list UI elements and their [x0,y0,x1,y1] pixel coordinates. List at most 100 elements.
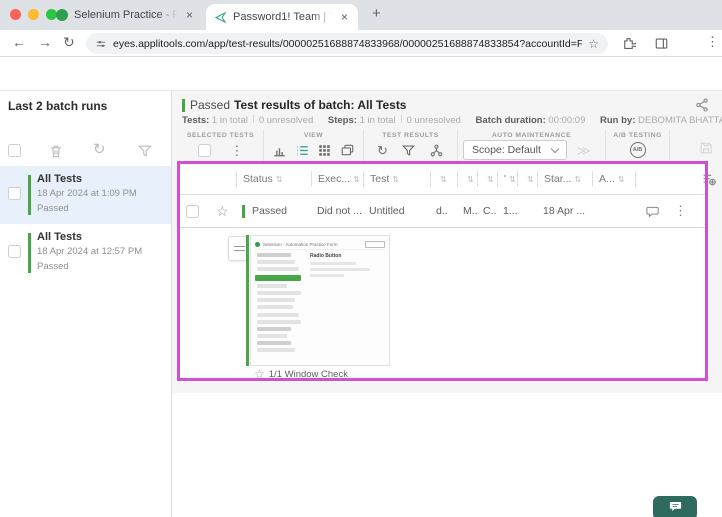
list-view-icon[interactable] [295,143,310,158]
stat-label: Run by: [600,115,636,126]
step-star-icon[interactable]: ☆ [254,367,265,381]
cards-view-icon[interactable] [340,143,355,158]
sort-icon[interactable]: ⇅ [440,175,447,184]
row-cell: M.. [463,205,477,217]
group-label: AUTO MAINTENANCE [491,132,572,139]
stat-label: Tests: [182,115,210,126]
column-header[interactable]: ⇅ [457,171,477,187]
batch-date: 18 Apr 2024 at 12:57 PM [37,246,143,257]
favorite-star-icon[interactable]: ☆ [216,203,229,219]
filter-funnel-icon[interactable] [137,143,153,159]
group-results-icon[interactable] [429,143,444,158]
tab-selenium-practice[interactable]: Selenium Practice - Radio Bu × [56,0,204,30]
sort-icon[interactable]: ⇅ [392,175,399,184]
column-header[interactable]: ⇅ [477,171,497,187]
share-batch-icon[interactable] [694,97,710,113]
tab-close-icon[interactable]: × [184,8,195,22]
column-header-test[interactable]: Test ⇅ [363,171,430,187]
batch-list-item[interactable]: All Tests 18 Apr 2024 at 12:57 PM Passed [0,224,171,282]
new-tab-button[interactable]: + [372,5,381,22]
main-content: Passed Test results of batch: All Tests … [172,91,722,393]
tab-close-icon[interactable]: × [339,10,350,24]
header-check-spacer [180,171,210,187]
header-star-spacer [210,171,236,187]
select-all-batches-checkbox[interactable] [8,144,21,157]
column-header[interactable]: ⇅ [430,171,457,187]
refresh-results-icon[interactable]: ↻ [377,143,388,158]
step-caption-text: 1/1 Window Check [268,368,348,380]
applitools-favicon [214,11,227,23]
column-header[interactable]: ' ⇅ [497,171,517,187]
tab-title: Selenium Practice - Radio Bu [74,9,178,21]
sort-icon[interactable]: ⇅ [618,175,625,184]
site-settings-icon[interactable] [95,38,107,50]
batch-title-label: Test results of batch: [234,98,355,112]
stat-value: 00:00:09 [548,115,586,126]
omnibox[interactable]: eyes.applitools.com/app/test-results/000… [86,33,608,54]
sort-icon[interactable]: ⇅ [487,175,494,184]
row-menu-icon[interactable]: ⋮ [674,203,687,219]
column-header-status[interactable]: Status ⇅ [236,171,311,187]
grid-view-icon[interactable] [317,143,332,158]
thumbnail-page-title: Selenium - Automation Practice Form [263,241,338,247]
side-panel-icon[interactable] [654,36,669,51]
comment-bubble-icon[interactable] [645,204,660,219]
toolbar-group-selected-tests: SELECTED TESTS ⋮ [178,130,264,161]
column-header-started[interactable]: Star... ⇅ [537,171,592,187]
apply-maintenance-icon[interactable]: ≫ [577,143,591,158]
scope-dropdown[interactable]: Scope: Default [463,140,567,160]
batch-checkbox[interactable] [8,187,21,200]
toolbar-group-test-results: TEST RESULTS ↻ [364,130,458,161]
extensions-puzzle-icon[interactable] [621,36,636,51]
chat-widget-button[interactable] [653,496,697,517]
sort-icon[interactable]: ⇅ [467,175,474,184]
selected-tests-menu-icon[interactable]: ⋮ [230,143,243,158]
select-all-tests-checkbox[interactable] [197,143,211,157]
reload-icon[interactable]: ↻ [63,34,75,51]
toolbar-group-view: VIEW [264,130,364,161]
app-header: applitools eyes Test results Demo with a… [0,57,722,142]
sidebar-title: Last 2 batch runs [8,99,108,113]
sort-icon[interactable]: ⇅ [509,175,516,184]
column-settings-icon[interactable] [701,171,718,188]
column-header-a[interactable]: A... ⇅ [592,171,635,187]
bookmark-star-icon[interactable]: ☆ [588,37,599,51]
step-thumbnail[interactable]: Selenium - Automation Practice Form Radi… [250,235,390,366]
batch-status-bar [28,233,31,273]
batch-status: Passed [37,203,69,214]
browser-menu-icon[interactable]: ⋮ [706,34,719,50]
sort-icon[interactable]: ⇅ [276,175,283,184]
chat-bubble-icon [669,502,681,511]
filter-results-icon[interactable] [401,143,416,158]
ab-testing-icon[interactable]: A/B [629,142,646,158]
row-cell: d.. [436,205,448,217]
chart-view-icon[interactable] [272,143,287,158]
thumbnail-page-header: Selenium - Automation Practice Form [255,239,385,250]
stat-value: 1 in total [359,115,396,126]
stat-value: 1 in total [211,115,248,126]
forward-icon[interactable]: → [38,34,52,50]
group-label: TEST RESULTS [382,132,439,139]
toolbar-group-save [670,130,716,161]
batch-status: Passed [37,261,69,272]
column-header[interactable]: ⇅ [517,171,537,187]
column-header-execution[interactable]: Exec... ⇅ [311,171,363,187]
header-actions-spacer [635,171,705,187]
macos-minimize-button[interactable] [28,9,39,20]
batch-list-item[interactable]: All Tests 18 Apr 2024 at 1:09 PM Passed [0,166,171,224]
url-bar: ← → ↻ eyes.applitools.com/app/test-resul… [0,30,722,84]
row-checkbox[interactable] [186,204,199,218]
delete-trash-icon[interactable] [48,143,64,159]
sort-icon[interactable]: ⇅ [527,175,534,184]
batch-name: All Tests [37,231,83,243]
sort-icon[interactable]: ⇅ [353,175,360,184]
macos-close-button[interactable] [10,9,21,20]
sort-icon[interactable]: ⇅ [574,175,581,184]
tab-test-results[interactable]: Password1! Team | Test Resul × [206,4,358,30]
batch-checkbox[interactable] [8,245,21,258]
row-test-name: Untitled [369,205,405,217]
save-icon[interactable] [698,140,714,156]
refresh-icon[interactable]: ↻ [93,142,106,158]
back-icon[interactable]: ← [12,34,26,50]
test-result-row[interactable]: ☆ Passed Did not ... Untitled d.. M.. C.… [180,195,705,228]
